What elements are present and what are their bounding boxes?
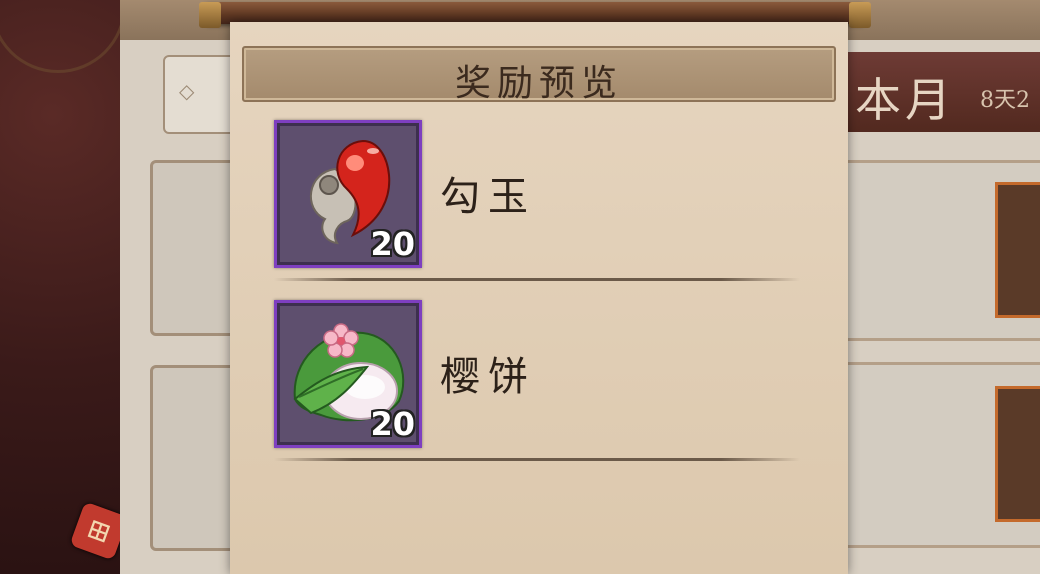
month-label: 本月 [855,73,955,127]
reward-preview-dialog: 奖励预览 20 勾玉 20 樱饼 [230,22,848,574]
background-item-thumbnail [995,386,1040,522]
row-divider [274,458,800,461]
background-item-thumbnail [995,182,1040,318]
reward-item-slot[interactable]: 20 [274,300,422,448]
dialog-title: 奖励预览 [454,63,623,104]
background-left-panel: ⊞ [0,0,130,574]
rod-cap-left [199,2,221,28]
dialog-title-bar: 奖励预览 [242,46,836,104]
reward-row: 20 勾玉 [274,120,800,281]
item-count-badge: 20 [370,225,415,263]
reward-item-slot[interactable]: 20 [274,120,422,268]
item-count-badge: 20 [370,405,415,443]
item-name: 勾玉 [440,174,536,220]
reward-row: 20 樱饼 [274,300,800,461]
background-swirl-decoration [0,0,126,73]
row-divider [274,278,800,281]
days-remaining-label: 8天2 [980,88,1030,113]
rod-cap-right [849,2,871,28]
scroll-rod-decoration [199,2,871,28]
item-name: 樱饼 [440,354,536,400]
